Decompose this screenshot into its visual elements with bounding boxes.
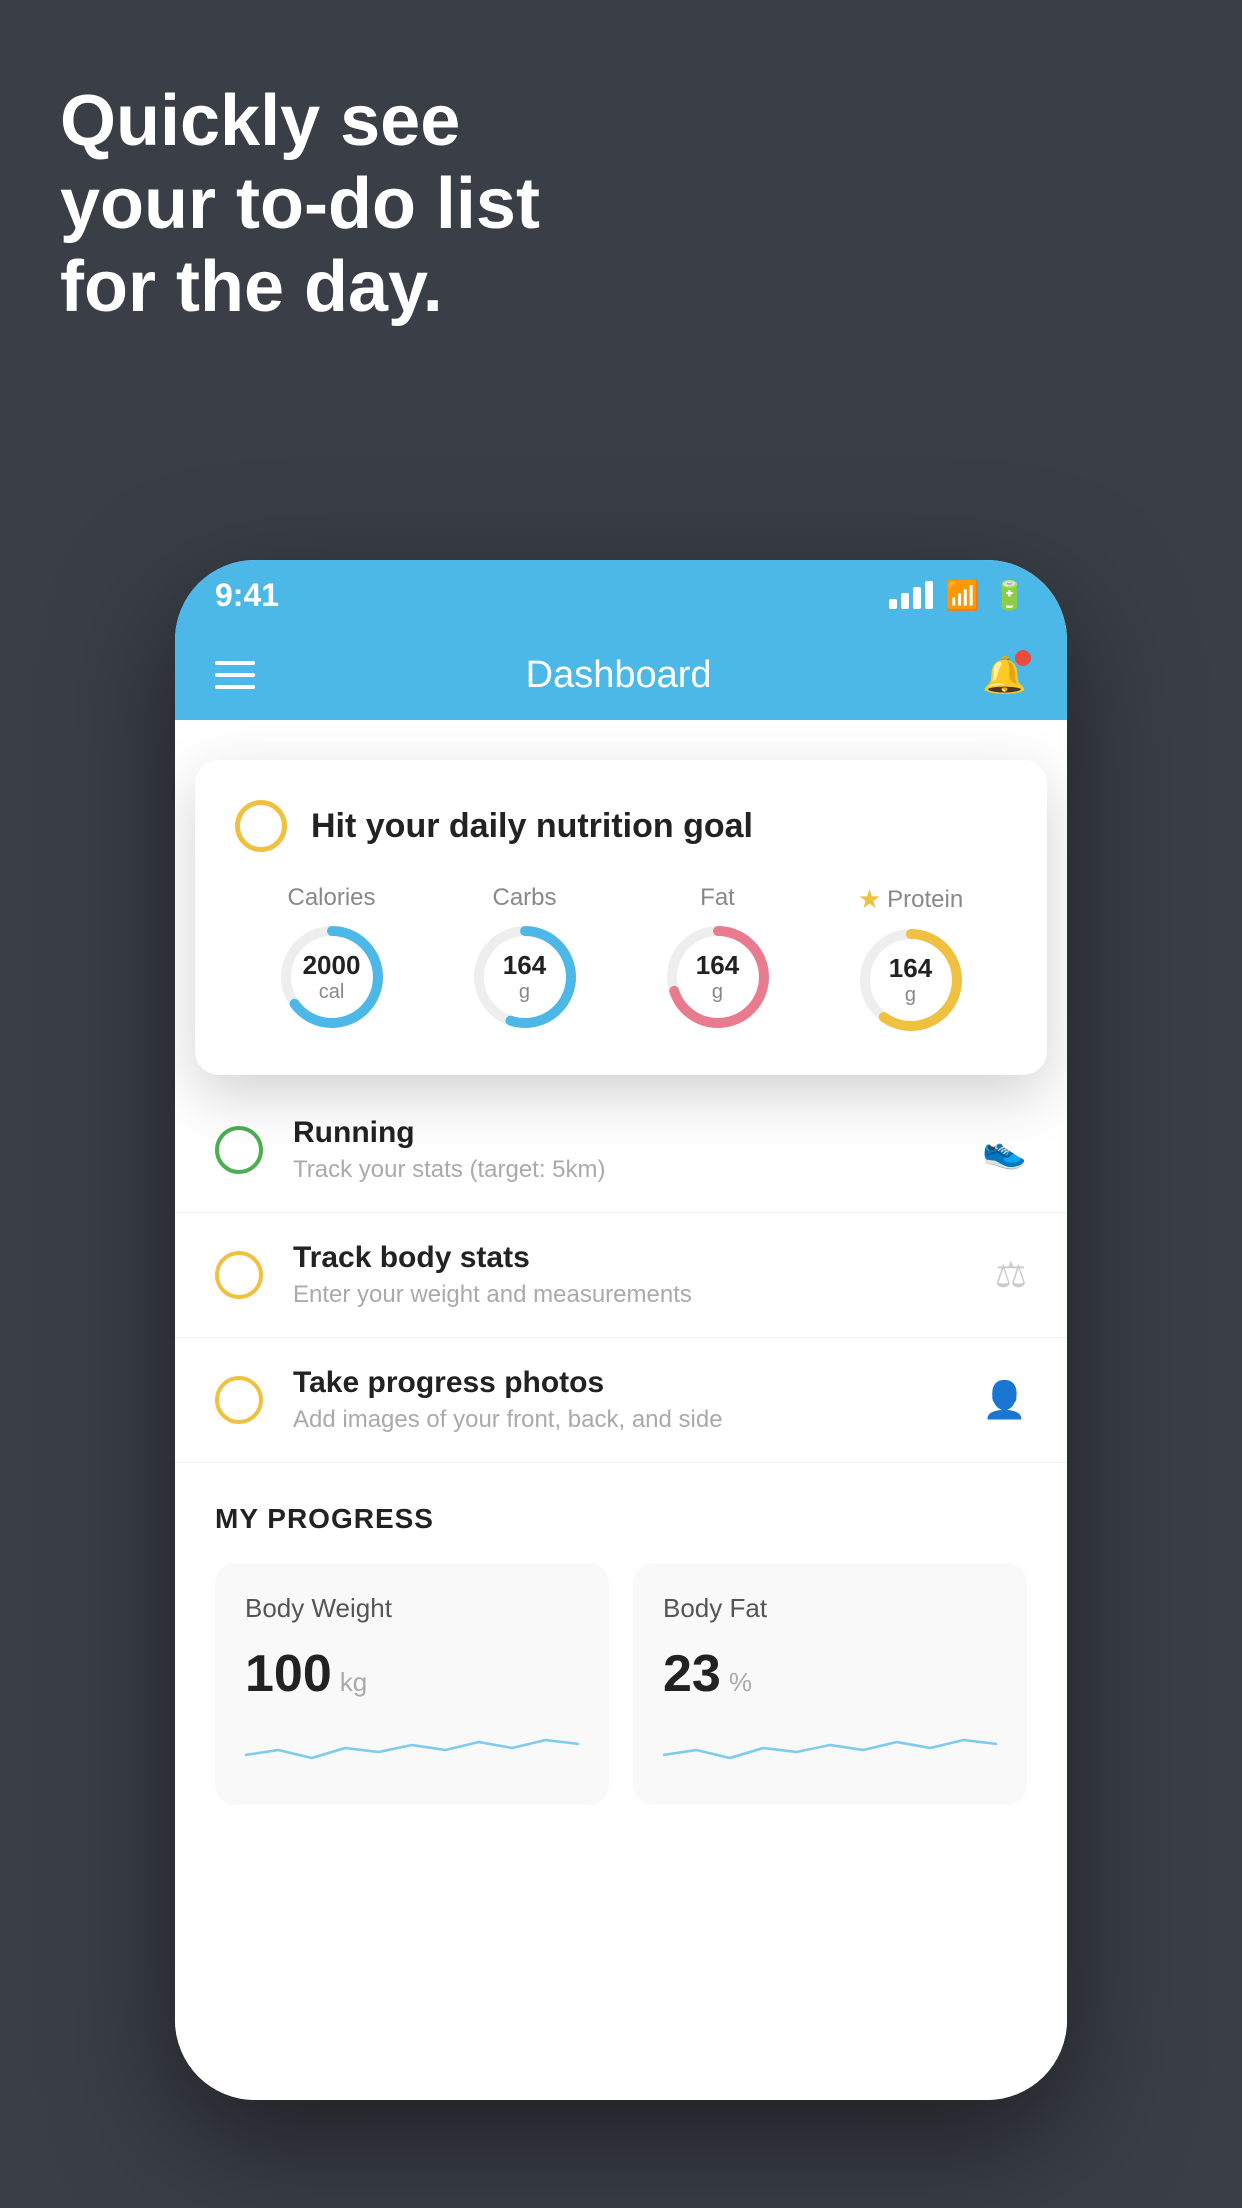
popup-header: Hit your daily nutrition goal: [235, 800, 1007, 852]
ring-text: 164 g: [696, 950, 739, 1004]
app-content: THINGS TO DO TODAY Hit your daily nutrit…: [175, 720, 1067, 2100]
ring-container: 164 g: [470, 922, 580, 1032]
ring-container: 164 g: [856, 925, 966, 1035]
todo-list-item[interactable]: Running Track your stats (target: 5km) 👟: [175, 1088, 1067, 1213]
progress-card[interactable]: Body Weight 100 kg: [215, 1563, 609, 1805]
ring-container: 2000 cal: [277, 922, 387, 1032]
todo-text: Running Track your stats (target: 5km): [293, 1116, 952, 1184]
todo-circle: [215, 1251, 263, 1299]
progress-card-unit: %: [729, 1667, 752, 1698]
header-title: Dashboard: [526, 654, 712, 697]
photo-icon: 👤: [982, 1379, 1027, 1421]
progress-card-number: 23: [663, 1644, 721, 1704]
shoe-icon: 👟: [982, 1129, 1027, 1171]
todo-item-title: Running: [293, 1116, 952, 1150]
nutrition-popup-card: Hit your daily nutrition goal Calories 2…: [195, 760, 1047, 1075]
progress-sparkline: [245, 1720, 579, 1770]
progress-card-title: Body Fat: [663, 1593, 997, 1624]
todo-list-item[interactable]: Take progress photos Add images of your …: [175, 1338, 1067, 1463]
headline-line2: your to-do list: [60, 163, 540, 246]
status-bar: 9:41 📶 🔋: [175, 560, 1067, 630]
progress-section: MY PROGRESS Body Weight 100 kg Body Fat …: [175, 1463, 1067, 1805]
star-icon: ★: [858, 884, 881, 915]
todo-item-subtitle: Track your stats (target: 5km): [293, 1156, 952, 1184]
ring-label: Fat: [700, 884, 735, 912]
nutrition-circle-check[interactable]: [235, 800, 287, 852]
todo-text: Track body stats Enter your weight and m…: [293, 1241, 965, 1309]
ring-label: Calories: [287, 884, 375, 912]
ring-text: 164 g: [503, 950, 546, 1004]
app-header: Dashboard 🔔: [175, 630, 1067, 720]
progress-sparkline: [663, 1720, 997, 1770]
ring-text: 164 g: [889, 953, 932, 1007]
battery-icon: 🔋: [992, 579, 1027, 612]
notification-badge: [1015, 650, 1031, 666]
todo-item-subtitle: Enter your weight and measurements: [293, 1281, 965, 1309]
progress-card-title: Body Weight: [245, 1593, 579, 1624]
todo-text: Take progress photos Add images of your …: [293, 1366, 952, 1434]
nutrition-rings: Calories 2000 cal Carbs 164 g Fat 164 g …: [235, 884, 1007, 1035]
notification-button[interactable]: 🔔: [982, 654, 1027, 696]
headline: Quickly see your to-do list for the day.: [60, 80, 540, 328]
progress-card-value: 23 %: [663, 1644, 997, 1704]
nutrition-ring-item: Fat 164 g: [663, 884, 773, 1032]
todo-circle: [215, 1376, 263, 1424]
nutrition-ring-item: Carbs 164 g: [470, 884, 580, 1032]
progress-cards: Body Weight 100 kg Body Fat 23 %: [215, 1563, 1027, 1805]
todo-item-title: Take progress photos: [293, 1366, 952, 1400]
todo-item-subtitle: Add images of your front, back, and side: [293, 1406, 952, 1434]
status-icons: 📶 🔋: [889, 579, 1027, 612]
hamburger-menu-button[interactable]: [215, 661, 255, 689]
headline-line1: Quickly see: [60, 80, 540, 163]
ring-label-star: ★Protein: [858, 884, 963, 915]
my-progress-heading: MY PROGRESS: [215, 1503, 1027, 1535]
todo-circle: [215, 1126, 263, 1174]
scale-icon: ⚖: [995, 1254, 1027, 1296]
progress-card-value: 100 kg: [245, 1644, 579, 1704]
wifi-icon: 📶: [945, 579, 980, 612]
ring-label: Carbs: [492, 884, 556, 912]
todo-list-item[interactable]: Track body stats Enter your weight and m…: [175, 1213, 1067, 1338]
todo-item-title: Track body stats: [293, 1241, 965, 1275]
headline-line3: for the day.: [60, 246, 540, 329]
nutrition-ring-item: Calories 2000 cal: [277, 884, 387, 1032]
nutrition-ring-item: ★Protein 164 g: [856, 884, 966, 1035]
ring-text: 2000 cal: [303, 950, 361, 1004]
todo-list: Running Track your stats (target: 5km) 👟…: [175, 1088, 1067, 1463]
progress-card[interactable]: Body Fat 23 %: [633, 1563, 1027, 1805]
ring-container: 164 g: [663, 922, 773, 1032]
nutrition-goal-title: Hit your daily nutrition goal: [311, 807, 753, 846]
status-time: 9:41: [215, 577, 279, 614]
phone-shell: 9:41 📶 🔋 Dashboard 🔔 THINGS TO DO TODAY: [175, 560, 1067, 2100]
signal-bars-icon: [889, 581, 933, 609]
progress-card-number: 100: [245, 1644, 332, 1704]
progress-card-unit: kg: [340, 1667, 367, 1698]
